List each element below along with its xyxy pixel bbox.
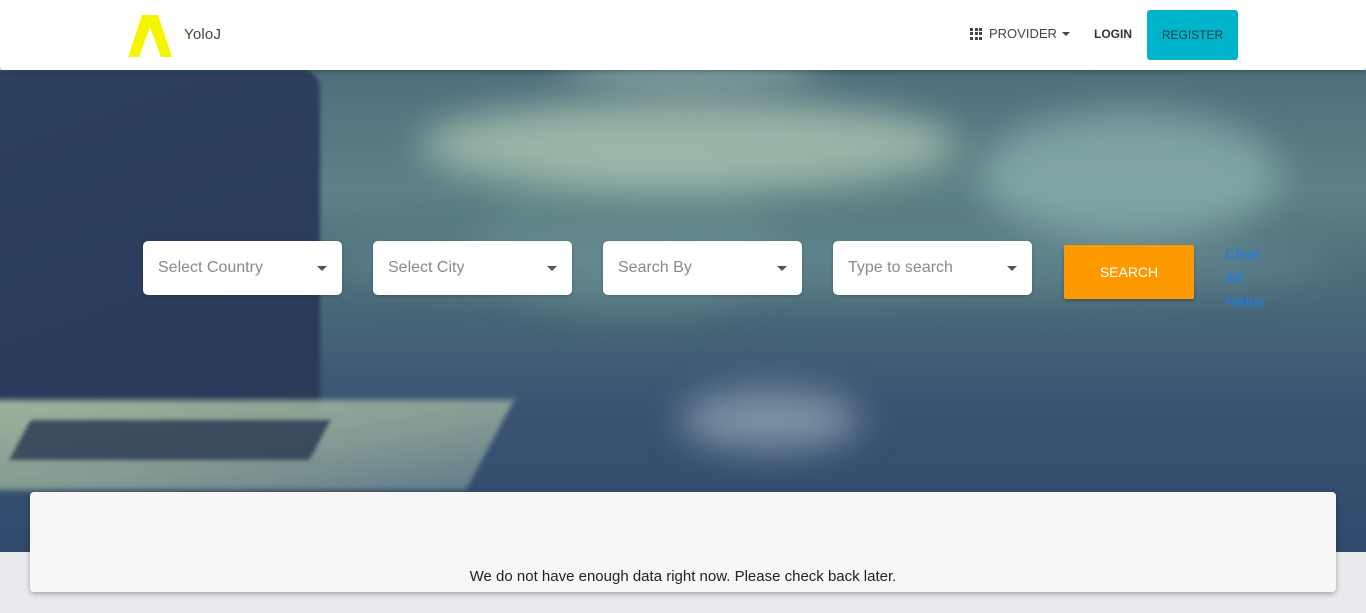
country-select[interactable]: Select Country	[143, 241, 342, 295]
chevron-down-icon	[1007, 266, 1017, 271]
clear-all-fields-link[interactable]: Clear All Fields	[1225, 243, 1273, 315]
city-select[interactable]: Select City	[373, 241, 572, 295]
type-to-search-select[interactable]: Type to search	[833, 241, 1032, 295]
country-select-placeholder: Select Country	[158, 259, 263, 276]
register-button[interactable]: REGISTER	[1147, 10, 1238, 60]
background-blur	[560, 70, 820, 90]
type-to-search-placeholder: Type to search	[848, 259, 953, 276]
top-navbar: YoloJ PROVIDER LOGIN REGISTER	[0, 0, 1366, 70]
provider-menu[interactable]: PROVIDER	[970, 26, 1070, 41]
grid-icon	[970, 27, 982, 40]
chevron-down-icon	[547, 266, 557, 271]
caret-down-icon	[1061, 31, 1070, 36]
chevron-down-icon	[317, 266, 327, 271]
page: YoloJ PROVIDER LOGIN REGISTER Select Cou…	[0, 0, 1366, 613]
brand-name[interactable]: YoloJ	[184, 26, 221, 43]
search-button[interactable]: SEARCH	[1064, 245, 1194, 299]
no-data-message: We do not have enough data right now. Pl…	[469, 568, 897, 585]
city-select-placeholder: Select City	[388, 259, 465, 276]
provider-label: PROVIDER	[989, 26, 1057, 41]
results-card: We do not have enough data right now. Pl…	[30, 492, 1336, 592]
background-blur	[420, 100, 960, 190]
search-by-select[interactable]: Search By	[603, 241, 802, 295]
background-blur	[980, 110, 1280, 240]
laptop-keyboard-shape	[9, 420, 331, 460]
chevron-down-icon	[777, 266, 787, 271]
login-link[interactable]: LOGIN	[1094, 27, 1132, 41]
background-blur	[680, 390, 860, 450]
hero-background	[0, 70, 1366, 552]
search-by-placeholder: Search By	[618, 259, 692, 276]
logo-icon[interactable]	[128, 15, 172, 57]
